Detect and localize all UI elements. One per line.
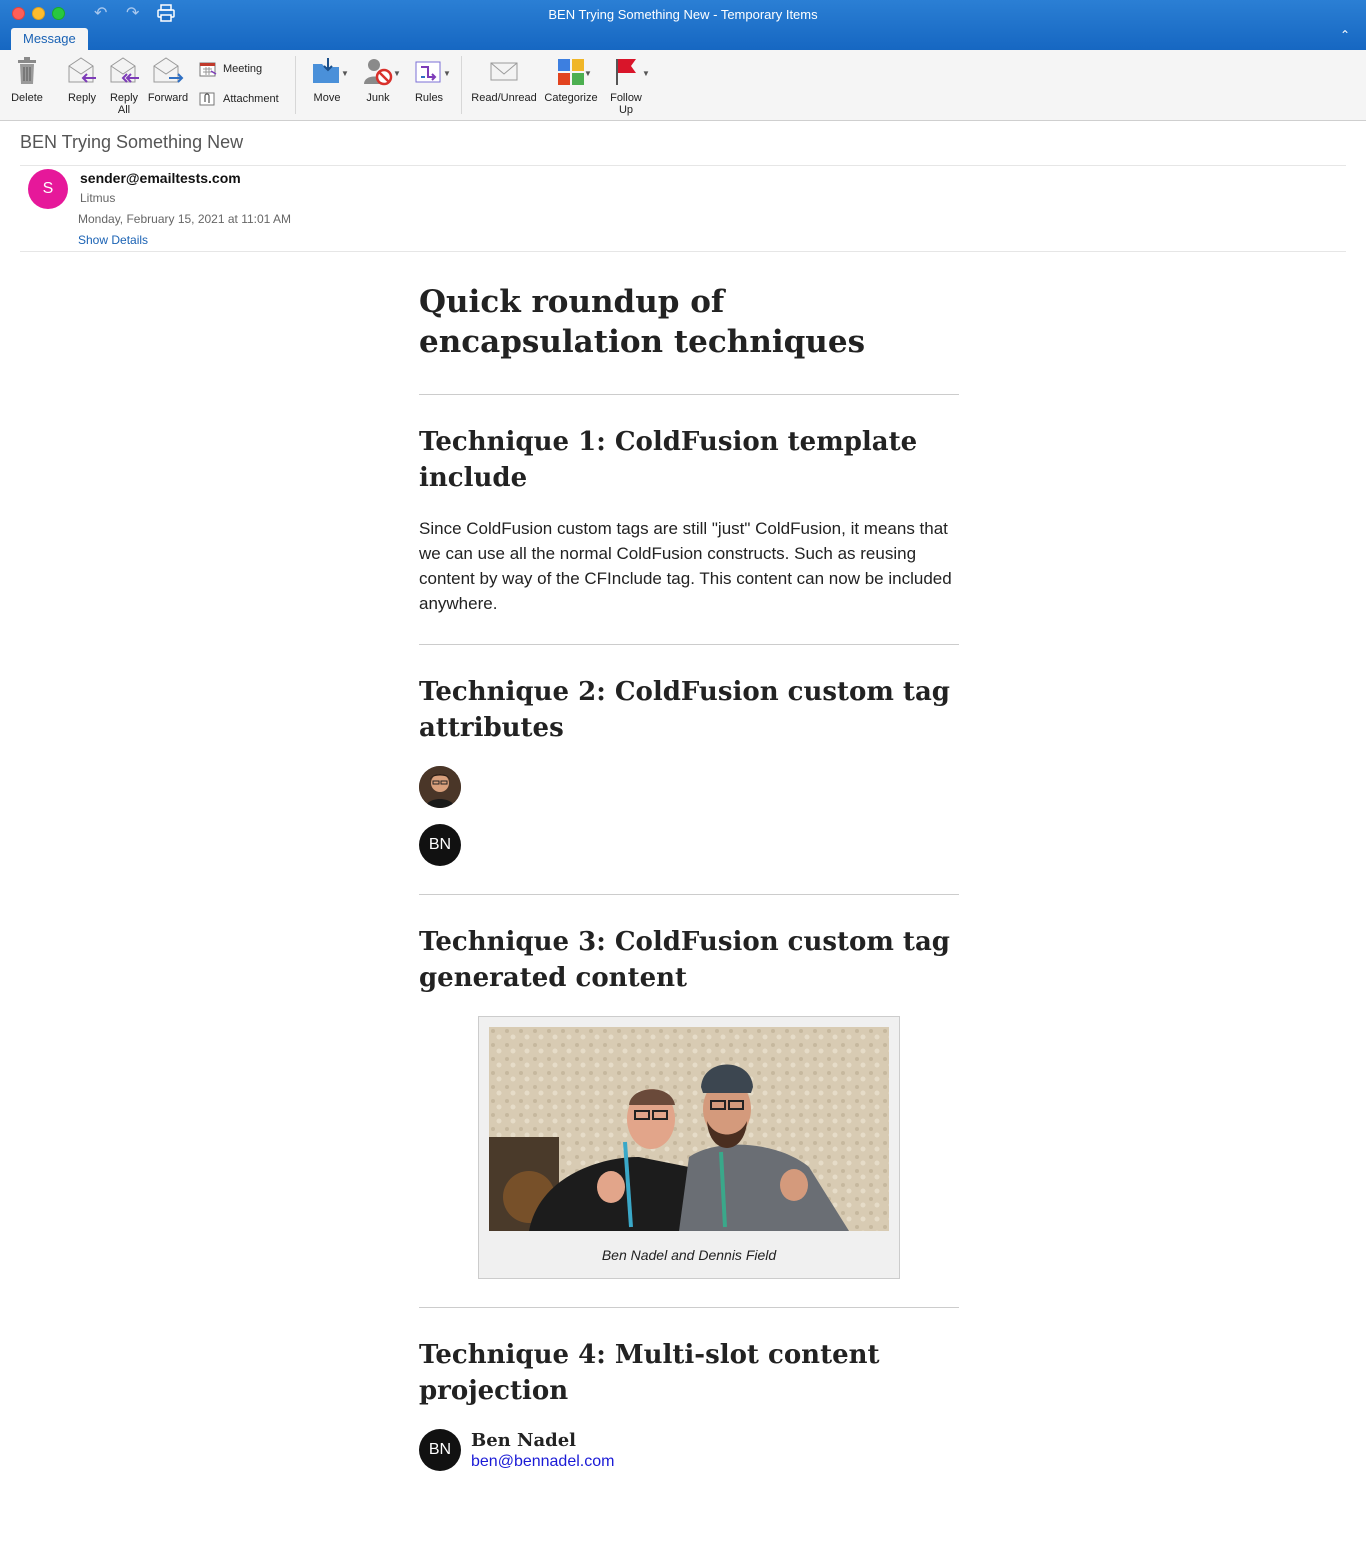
ribbon-toolbar: Delete Reply Reply All Forward Meeting A… (0, 50, 1366, 121)
reply-button[interactable]: Reply (62, 56, 102, 104)
trash-icon (18, 57, 36, 84)
photo-figure: Ben Nadel and Dennis Field (478, 1016, 900, 1279)
reply-all-label-2: All (117, 104, 131, 116)
rules-label: Rules (414, 92, 444, 104)
move-button[interactable]: Move (306, 56, 348, 104)
meeting-label: Meeting (223, 63, 263, 75)
tab-message[interactable]: Message (11, 28, 88, 50)
categorize-button[interactable]: Categorize (541, 56, 601, 104)
technique-2-heading: Technique 2: ColdFusion custom tag attri… (419, 677, 950, 743)
sender-email[interactable]: sender@emailtests.com (80, 170, 241, 186)
follow-up-dropdown-icon[interactable]: ▼ (642, 69, 650, 78)
follow-up-button[interactable]: Follow Up (604, 56, 648, 116)
sender-avatar: S (28, 169, 68, 209)
technique-1-heading: Technique 1: ColdFusion template include (419, 427, 918, 493)
header-divider (20, 251, 1346, 252)
rules-button[interactable]: Rules (409, 56, 449, 104)
email-title: Quick roundup of encapsulation technique… (419, 284, 866, 360)
junk-label: Junk (366, 92, 390, 104)
reply-all-label-1: Reply (109, 92, 139, 104)
technique-1-text: Since ColdFusion custom tags are still "… (419, 519, 952, 613)
photo-avatar (419, 766, 461, 808)
envelope-icon (490, 62, 518, 81)
header-divider (20, 165, 1346, 166)
read-unread-button[interactable]: Read/Unread (469, 56, 539, 104)
technique-3-heading: Technique 3: ColdFusion custom tag gener… (419, 927, 950, 993)
categorize-dropdown-icon[interactable]: ▼ (584, 69, 592, 78)
ribbon-separator (295, 56, 296, 114)
rules-dropdown-icon[interactable]: ▼ (443, 69, 451, 78)
section-divider (419, 1307, 959, 1308)
ribbon-separator (461, 56, 462, 114)
categorize-label: Categorize (544, 92, 598, 104)
attachment-button[interactable]: Attachment (199, 91, 279, 107)
categorize-icon (558, 59, 584, 85)
window-title: BEN Trying Something New - Temporary Ite… (548, 7, 818, 22)
sender-organization: Litmus (80, 191, 116, 205)
move-label: Move (313, 92, 341, 104)
delete-label: Delete (11, 92, 43, 104)
reply-all-button[interactable]: Reply All (104, 56, 144, 116)
follow-up-label-2: Up (618, 104, 634, 116)
forward-icon (153, 57, 184, 83)
forward-label: Forward (147, 92, 189, 104)
technique-4-heading: Technique 4: Multi-slot content projecti… (419, 1340, 880, 1406)
calendar-icon (199, 62, 217, 77)
sent-date: Monday, February 15, 2021 at 11:01 AM (78, 212, 292, 226)
section-divider (419, 394, 959, 395)
follow-up-label-1: Follow (610, 92, 642, 104)
initials-avatar: BN (419, 824, 461, 866)
junk-icon (364, 59, 393, 86)
message-subject: BEN Trying Something New (20, 132, 244, 152)
reply-all-icon (110, 57, 139, 83)
junk-dropdown-icon[interactable]: ▼ (393, 69, 401, 78)
photo-caption: Ben Nadel and Dennis Field (601, 1247, 777, 1263)
group-photo (489, 1027, 889, 1231)
move-folder-icon (313, 58, 339, 83)
meeting-button[interactable]: Meeting (199, 61, 262, 77)
forward-button[interactable]: Forward (146, 56, 190, 104)
initials-avatar: BN (419, 1429, 461, 1471)
window-titlebar: ↶ ↷ BEN Trying Something New - Temporary… (0, 0, 1366, 50)
section-divider (419, 644, 959, 645)
signature-name: Ben Nadel (471, 1430, 577, 1451)
section-divider (419, 894, 959, 895)
attachment-label: Attachment (223, 93, 279, 105)
flag-icon (616, 59, 636, 85)
junk-button[interactable]: Junk (358, 56, 398, 104)
reply-icon (68, 57, 96, 83)
paperclip-icon (199, 92, 215, 106)
move-dropdown-icon[interactable]: ▼ (341, 69, 349, 78)
read-unread-label: Read/Unread (471, 92, 537, 104)
reply-label: Reply (67, 92, 97, 104)
signature-email-link[interactable]: ben@bennadel.com (471, 1453, 614, 1471)
rules-icon (415, 61, 441, 83)
collapse-ribbon-icon[interactable]: ⌃ (1340, 28, 1350, 42)
show-details-link[interactable]: Show Details (78, 233, 148, 247)
delete-button[interactable]: Delete (8, 56, 46, 104)
